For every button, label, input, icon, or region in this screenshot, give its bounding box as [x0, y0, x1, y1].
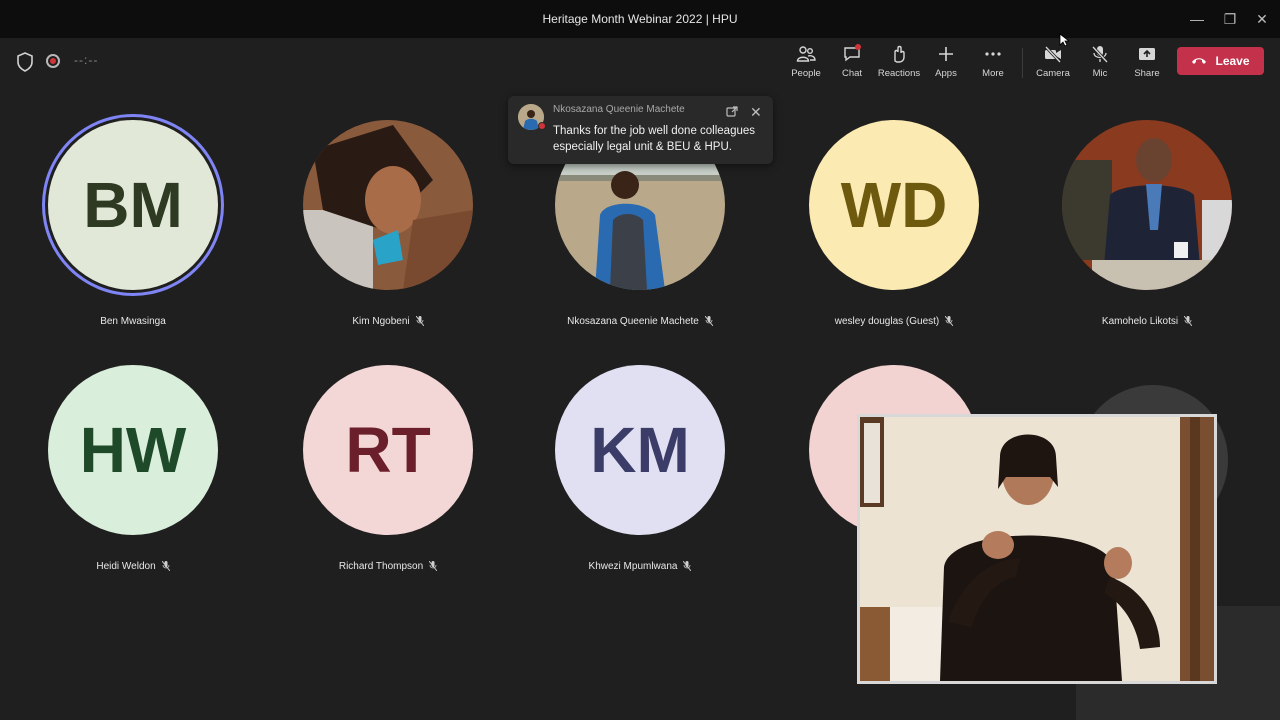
- camera-button[interactable]: Camera: [1029, 44, 1077, 82]
- people-label: People: [791, 68, 821, 79]
- participant-name-text: Nkosazana Queenie Machete: [567, 316, 699, 327]
- chat-label: Chat: [841, 68, 863, 79]
- participant-name: Heidi Weldon: [8, 561, 258, 572]
- camera-label: Camera: [1036, 68, 1070, 79]
- apps-icon: [939, 47, 953, 61]
- meeting-timer: --:--: [74, 53, 99, 67]
- reactions-icon: [894, 45, 905, 63]
- profile-photo: [303, 120, 473, 290]
- leave-label: Leave: [1215, 54, 1250, 68]
- minimize-button[interactable]: —: [1185, 8, 1209, 30]
- toast-message: Thanks for the job well done colleagues …: [553, 125, 756, 153]
- chat-button[interactable]: Chat: [828, 44, 876, 82]
- participant-name: Ben Mwasinga: [8, 316, 258, 327]
- participant-name: wesley douglas (Guest): [769, 316, 1019, 327]
- meeting-toolbar: --:-- People Chat Reactions Apps More Ca…: [0, 38, 1280, 86]
- mic-muted-icon: [161, 561, 170, 572]
- camera-off-icon: [1044, 45, 1062, 64]
- avatar: WD: [809, 120, 979, 290]
- pin-icon[interactable]: [725, 105, 739, 119]
- restore-button[interactable]: ❐: [1218, 8, 1242, 30]
- participant-tile[interactable]: Kamohelo Likotsi: [1062, 120, 1232, 327]
- participant-name: Nkosazana Queenie Machete: [515, 316, 765, 327]
- participant-name-text: Heidi Weldon: [96, 561, 156, 572]
- participant-name-text: Kim Ngobeni: [352, 316, 410, 327]
- mic-muted-icon: [683, 561, 692, 572]
- mic-muted-icon: [429, 561, 438, 572]
- people-button[interactable]: People: [782, 44, 830, 82]
- chat-notification-toast[interactable]: Nkosazana Queenie Machete ✕ Thanks for t…: [508, 96, 773, 164]
- mic-muted-icon: [704, 316, 713, 327]
- participant-name: Khwezi Mpumlwana: [515, 561, 765, 572]
- participant-name-text: wesley douglas (Guest): [834, 316, 940, 327]
- participant-tile[interactable]: BM Ben Mwasinga: [48, 120, 218, 327]
- close-window-button[interactable]: ✕: [1250, 8, 1274, 30]
- participant-name: Richard Thompson: [263, 561, 513, 572]
- mic-muted-icon: [1184, 316, 1193, 327]
- participant-tile[interactable]: WD wesley douglas (Guest): [809, 120, 979, 327]
- mic-button[interactable]: Mic: [1076, 44, 1124, 82]
- mic-label: Mic: [1092, 68, 1108, 79]
- share-icon: [1139, 48, 1155, 60]
- reactions-label: Reactions: [877, 68, 921, 79]
- toolbar-divider: [1022, 48, 1023, 78]
- participant-name-text: Ben Mwasinga: [100, 316, 166, 327]
- mouse-cursor-icon: [1059, 33, 1069, 47]
- chat-icon: [844, 44, 861, 62]
- interpreter-video-frame: [860, 417, 1214, 681]
- avatar: KM: [555, 365, 725, 535]
- participant-tile[interactable]: RT Richard Thompson: [303, 365, 473, 572]
- shield-icon[interactable]: [16, 52, 34, 72]
- people-icon: [796, 46, 816, 62]
- participant-tile[interactable]: Kim Ngobeni: [303, 120, 473, 327]
- avatar: BM: [48, 120, 218, 290]
- participant-tile[interactable]: HW Heidi Weldon: [48, 365, 218, 572]
- window-title: Heritage Month Webinar 2022 | HPU: [542, 12, 738, 26]
- reactions-button[interactable]: Reactions: [875, 44, 923, 82]
- more-button[interactable]: More: [969, 44, 1017, 82]
- participant-name: Kamohelo Likotsi: [1022, 316, 1272, 327]
- participant-name-text: Kamohelo Likotsi: [1101, 316, 1179, 327]
- mic-off-icon: [1091, 45, 1109, 64]
- participant-name-text: Khwezi Mpumlwana: [588, 561, 678, 572]
- participant-tile[interactable]: KM Khwezi Mpumlwana: [555, 365, 725, 572]
- avatar: [303, 120, 473, 290]
- share-label: Share: [1134, 68, 1160, 79]
- leave-button[interactable]: Leave: [1177, 47, 1264, 75]
- share-button[interactable]: Share: [1123, 44, 1171, 82]
- participant-name: Kim Ngobeni: [263, 316, 513, 327]
- avatar: RT: [303, 365, 473, 535]
- mic-muted-icon: [945, 316, 954, 327]
- phone-hangup-icon: [1192, 58, 1207, 64]
- recording-icon: [46, 54, 60, 68]
- apps-label: Apps: [935, 68, 957, 79]
- close-icon[interactable]: ✕: [750, 104, 762, 121]
- mic-muted-icon: [415, 316, 424, 327]
- sign-language-interpreter-video[interactable]: [857, 414, 1217, 684]
- profile-photo: [1062, 120, 1232, 290]
- toast-sender: Nkosazana Queenie Machete: [553, 104, 685, 115]
- status-dot: [538, 122, 546, 130]
- participant-name-text: Richard Thompson: [338, 561, 424, 572]
- more-label: More: [982, 68, 1004, 79]
- title-bar: Heritage Month Webinar 2022 | HPU — ❐ ✕: [0, 0, 1280, 38]
- apps-button[interactable]: Apps: [922, 44, 970, 82]
- more-icon: [985, 52, 1001, 56]
- avatar: HW: [48, 365, 218, 535]
- avatar: [1062, 120, 1232, 290]
